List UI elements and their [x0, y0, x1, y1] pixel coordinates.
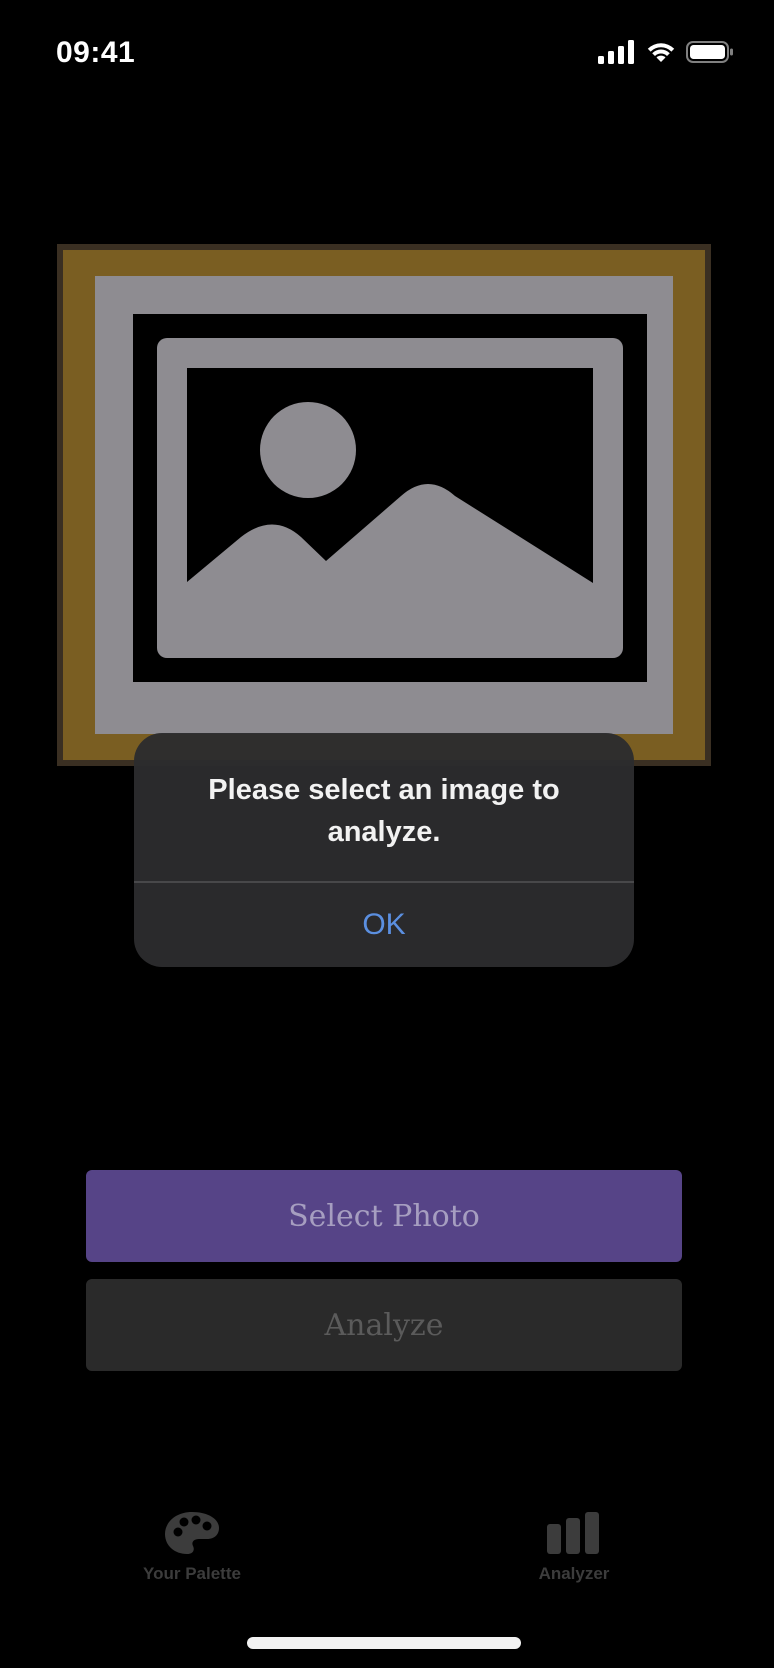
- status-time: 09:41: [56, 36, 136, 69]
- alert-message: Please select an image to analyze.: [208, 774, 560, 848]
- tab-analyzer-label: Analyzer: [538, 1564, 610, 1583]
- status-bar: 09:41: [0, 0, 774, 110]
- palette-icon: [165, 1512, 219, 1554]
- alert-dialog: Please select an image to analyze. OK: [134, 733, 634, 967]
- image-preview-frame: [57, 244, 711, 766]
- photo-placeholder-icon: [133, 314, 647, 682]
- status-icons: [598, 40, 734, 64]
- frame-mat: [95, 276, 673, 734]
- tab-analyzer[interactable]: Analyzer: [474, 1510, 674, 1584]
- tab-your-palette-label: Your Palette: [143, 1564, 241, 1583]
- battery-icon: [686, 41, 733, 63]
- cellular-signal-icon: [598, 40, 634, 64]
- tab-your-palette[interactable]: Your Palette: [92, 1510, 292, 1584]
- analyze-button[interactable]: Analyze: [86, 1279, 682, 1371]
- wifi-icon: [647, 43, 675, 62]
- home-indicator[interactable]: [247, 1637, 521, 1649]
- alert-ok-button[interactable]: OK: [134, 883, 634, 967]
- bar-chart-icon: [547, 1512, 599, 1554]
- select-photo-button[interactable]: Select Photo: [86, 1170, 682, 1262]
- tab-bar: Your Palette Analyzer: [0, 1510, 774, 1620]
